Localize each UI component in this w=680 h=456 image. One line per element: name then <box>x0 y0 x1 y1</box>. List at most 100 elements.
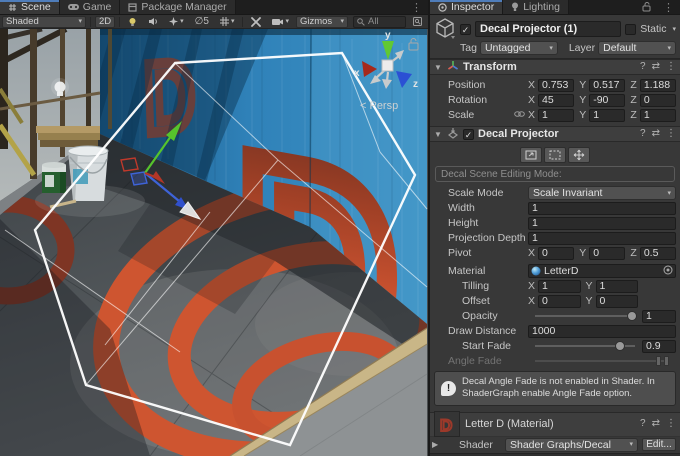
scale-z-field[interactable]: 1 <box>640 109 676 122</box>
bulb-icon <box>128 17 137 27</box>
scale-mode-dropdown[interactable]: Scale Invariant▾ <box>528 186 676 200</box>
material-name: LetterD <box>544 265 578 277</box>
menu-icon[interactable]: ⋮ <box>666 129 676 139</box>
pivot-z-field[interactable]: 0.5 <box>640 247 676 260</box>
tab-lighting[interactable]: Lighting <box>503 0 569 14</box>
tab-package-manager[interactable]: Package Manager <box>120 0 235 14</box>
height-field[interactable]: 1 <box>528 217 676 230</box>
scale-y-field[interactable]: 1 <box>589 109 625 122</box>
static-dropdown-icon[interactable]: ▾ <box>672 26 676 33</box>
material-preview-header[interactable]: D Letter D (Material) ? ⇄ ⋮ <box>430 412 680 437</box>
hidden-objects-toggle[interactable]: ∅5 <box>191 16 213 28</box>
draw-distance-field[interactable]: 1000 <box>528 325 676 338</box>
chevron-down-icon: ▾ <box>231 18 235 25</box>
tab-scene-label: Scene <box>21 1 51 13</box>
scene-tab-menu-icon[interactable]: ⋮ <box>405 0 428 14</box>
shader-dropdown[interactable]: Shader Graphs/Decal▾ <box>505 438 638 452</box>
camera-dropdown[interactable]: ▾ <box>268 16 293 28</box>
crop-edit-mode-button[interactable] <box>544 147 566 163</box>
presets-icon[interactable]: ⇄ <box>652 129 660 139</box>
gameobject-enabled-checkbox[interactable]: ✓ <box>460 24 471 35</box>
lighting-toggle[interactable] <box>124 16 141 28</box>
offset-label: Offset <box>432 295 528 307</box>
inspector-lock-icon[interactable] <box>636 0 657 14</box>
offset-x-field[interactable]: 0 <box>538 295 580 308</box>
tag-dropdown[interactable]: Untagged▾ <box>480 41 558 55</box>
rotation-z-field[interactable]: 0 <box>640 94 676 107</box>
light-gizmo[interactable] <box>51 78 69 96</box>
decal-projector-header[interactable]: ▼ ✓ Decal Projector ? ⇄ ⋮ <box>430 126 680 142</box>
audio-toggle[interactable] <box>144 16 162 28</box>
help-icon[interactable]: ? <box>640 62 646 72</box>
tab-game-label: Game <box>83 1 112 13</box>
shading-mode-dropdown[interactable]: Shaded ▾ <box>2 16 86 28</box>
camera-icon <box>272 18 283 26</box>
foldout-icon[interactable]: ▼ <box>434 63 443 72</box>
scale-link-icon[interactable] <box>514 109 528 121</box>
transform-header[interactable]: ▼ Transform ? ⇄ ⋮ <box>430 59 680 75</box>
opacity-row: Opacity 1 <box>432 309 676 323</box>
tab-game[interactable]: Game <box>60 0 121 14</box>
grid-snap-dropdown[interactable]: ▾ <box>216 16 239 28</box>
scale-edit-mode-button[interactable] <box>520 147 542 163</box>
rotation-y-field[interactable]: -90 <box>589 94 625 107</box>
pivot-x-field[interactable]: 0 <box>538 247 574 260</box>
object-picker-icon[interactable] <box>663 265 673 278</box>
pivot-y-field[interactable]: 0 <box>589 247 625 260</box>
shader-row: ▶ Shader Shader Graphs/Decal▾ Edit... <box>430 437 680 453</box>
shader-edit-button[interactable]: Edit... <box>642 438 676 451</box>
material-preview-title: Letter D (Material) <box>465 418 635 430</box>
position-z-field[interactable]: 1.188 <box>640 79 676 92</box>
foldout-icon[interactable]: ▼ <box>434 130 443 139</box>
warning-text: Decal Angle Fade is not enabled in Shade… <box>462 376 669 401</box>
bulb-icon <box>511 2 519 12</box>
width-field[interactable]: 1 <box>528 202 676 215</box>
offset-y-field[interactable]: 0 <box>596 295 638 308</box>
angle-fade-minmax-slider <box>535 356 669 366</box>
tiling-y-field[interactable]: 1 <box>596 280 638 293</box>
gameobject-name-field[interactable]: Decal Projector (1) <box>475 21 621 37</box>
projection-depth-field[interactable]: 1 <box>528 232 676 245</box>
scene-panel: Scene Game Package Manager ⋮ Shaded ▾ <box>0 0 428 456</box>
start-fade-slider[interactable] <box>535 341 635 351</box>
presets-icon[interactable]: ⇄ <box>652 419 660 429</box>
help-icon[interactable]: ? <box>640 419 646 429</box>
presets-icon[interactable]: ⇄ <box>652 62 660 72</box>
tiling-x-field[interactable]: 1 <box>538 280 580 293</box>
opacity-slider[interactable] <box>535 311 635 321</box>
tab-scene[interactable]: Scene <box>0 0 60 14</box>
scene-search-input[interactable]: All <box>353 16 406 28</box>
layer-dropdown[interactable]: Default▾ <box>598 41 676 55</box>
tools-toggle[interactable] <box>247 16 265 28</box>
effects-dropdown[interactable]: ▾ <box>165 16 188 28</box>
perspective-label[interactable]: < Persp <box>360 100 398 112</box>
tab-inspector[interactable]: Inspector <box>430 0 503 14</box>
inspector-menu-icon[interactable]: ⋮ <box>657 0 680 14</box>
scene-viewport[interactable]: D D <box>0 29 428 456</box>
help-icon[interactable]: ? <box>640 129 646 139</box>
2d-toggle[interactable]: 2D <box>95 16 115 28</box>
scene-toolbar: Shaded ▾ 2D ▾ ∅5 ▾ <box>0 15 428 29</box>
rotation-x-field[interactable]: 45 <box>538 94 574 107</box>
material-object-field[interactable]: LetterD <box>528 264 676 278</box>
menu-icon[interactable]: ⋮ <box>666 419 676 429</box>
pivot-edit-mode-button[interactable] <box>568 147 590 163</box>
height-row: Height 1 <box>432 216 676 230</box>
position-row: Position X0.753 Y0.517 Z1.188 <box>432 78 676 92</box>
decal-enabled-checkbox[interactable]: ✓ <box>463 129 474 140</box>
static-checkbox[interactable] <box>625 24 636 35</box>
opacity-field[interactable]: 1 <box>642 310 676 323</box>
position-x-field[interactable]: 0.753 <box>538 79 574 92</box>
start-fade-field[interactable]: 0.9 <box>642 340 676 353</box>
menu-icon[interactable]: ⋮ <box>666 62 676 72</box>
height-label: Height <box>432 217 528 229</box>
grid-icon <box>220 17 229 26</box>
tab-package-manager-label: Package Manager <box>141 1 226 13</box>
gizmos-dropdown[interactable]: Gizmos ▾ <box>296 16 348 28</box>
search-panel-icon[interactable] <box>409 16 426 28</box>
scale-x-field[interactable]: 1 <box>538 109 574 122</box>
inspector-tabbar: Inspector Lighting ⋮ <box>430 0 680 15</box>
position-y-field[interactable]: 0.517 <box>589 79 625 92</box>
inspector-panel: Inspector Lighting ⋮ ✓ Decal Projector (… <box>430 0 680 456</box>
foldout-icon[interactable]: ▶ <box>432 440 441 449</box>
